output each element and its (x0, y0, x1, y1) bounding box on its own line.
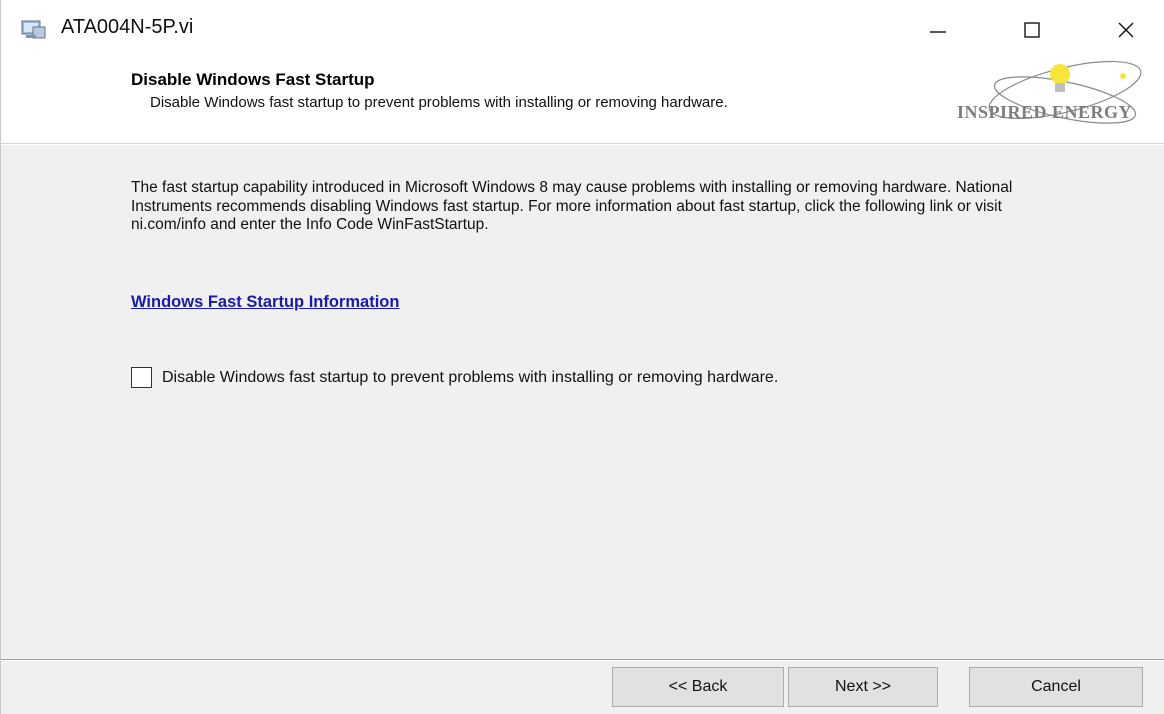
disable-fast-startup-label: Disable Windows fast startup to prevent … (162, 368, 779, 386)
close-button[interactable] (1101, 8, 1151, 52)
cancel-button[interactable]: Cancel (969, 667, 1143, 707)
title-bar[interactable]: ATA004N-5P.vi (1, 0, 1164, 56)
minimize-icon (930, 31, 946, 33)
fast-startup-info-link[interactable]: Windows Fast Startup Information (131, 293, 399, 312)
minimize-button[interactable] (913, 8, 963, 52)
wizard-footer: << Back Next >> Cancel (1, 661, 1164, 714)
installer-window: ATA004N-5P.vi Disable Windows Fast Start… (0, 0, 1164, 714)
logo-text: INSPIRED ENERGY (957, 102, 1132, 122)
back-button[interactable]: << Back (612, 667, 784, 707)
inspired-energy-logo: INSPIRED ENERGY (953, 56, 1163, 142)
wizard-content: The fast startup capability introduced i… (1, 145, 1164, 659)
page-title: Disable Windows Fast Startup (131, 70, 375, 89)
window-title: ATA004N-5P.vi (61, 16, 194, 38)
page-subtitle: Disable Windows fast startup to prevent … (150, 94, 728, 111)
installer-icon (21, 18, 47, 40)
wizard-header: Disable Windows Fast Startup Disable Win… (1, 56, 1164, 144)
close-icon (1118, 22, 1134, 38)
maximize-icon (1024, 22, 1040, 38)
fast-startup-description: The fast startup capability introduced i… (131, 179, 1013, 233)
next-button[interactable]: Next >> (788, 667, 938, 707)
maximize-button[interactable] (1007, 8, 1057, 52)
disable-fast-startup-checkbox[interactable] (131, 367, 152, 388)
disable-fast-startup-option[interactable]: Disable Windows fast startup to prevent … (131, 367, 778, 388)
